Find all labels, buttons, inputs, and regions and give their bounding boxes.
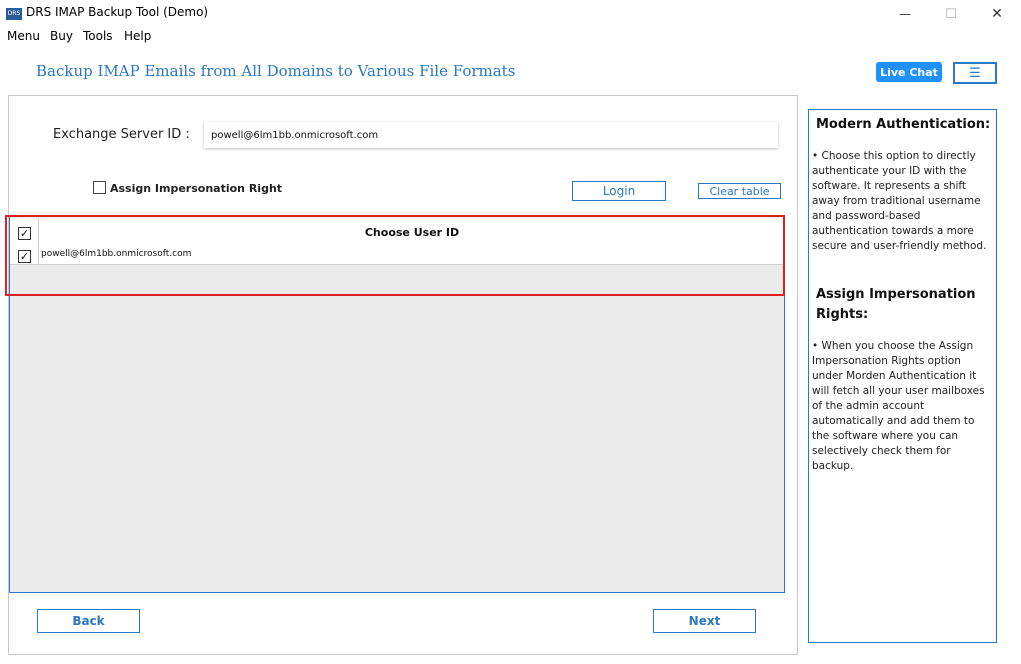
assign-impersonation-label: Assign Impersonation Right <box>110 182 283 195</box>
back-button[interactable]: Back <box>37 609 140 633</box>
next-button[interactable]: Next <box>653 609 756 633</box>
menu-item-tools[interactable]: Tools <box>83 29 113 43</box>
exchange-server-label: Exchange Server ID : <box>53 127 190 142</box>
page-title: Backup IMAP Emails from All Domains to V… <box>36 62 516 80</box>
menu-item-menu[interactable]: Menu <box>7 29 40 43</box>
login-button[interactable]: Login <box>572 181 666 201</box>
impersonation-heading: Assign Impersonation Rights: <box>816 287 976 322</box>
impersonation-text: • When you choose the Assign Impersonati… <box>812 340 985 472</box>
window-title: DRS IMAP Backup Tool (Demo) <box>26 5 209 19</box>
close-button[interactable]: ✕ <box>974 0 1020 28</box>
assign-impersonation-checkbox[interactable] <box>93 181 106 194</box>
hamburger-menu-button[interactable]: ☰ <box>953 62 997 84</box>
maximize-icon: ☐ <box>945 6 957 22</box>
menu-item-buy[interactable]: Buy <box>50 29 73 43</box>
minimize-icon: — <box>899 7 911 21</box>
app-icon: DRS <box>6 8 22 20</box>
minimize-button[interactable]: — <box>882 0 928 28</box>
menu-bar <box>0 28 1021 46</box>
close-icon: ✕ <box>991 6 1003 22</box>
menu-item-help[interactable]: Help <box>124 29 151 43</box>
clear-table-button[interactable]: Clear table <box>698 183 781 199</box>
hamburger-icon: ☰ <box>969 65 981 81</box>
maximize-button[interactable]: ☐ <box>928 0 974 28</box>
info-side-panel: Modern Authentication: • Choose this opt… <box>808 109 997 643</box>
live-chat-button[interactable]: Live Chat <box>876 62 942 82</box>
modern-auth-heading: Modern Authentication: <box>816 117 991 132</box>
exchange-server-input[interactable] <box>204 122 778 148</box>
modern-auth-text: • Choose this option to directly authent… <box>812 150 987 252</box>
highlight-box <box>5 215 785 296</box>
